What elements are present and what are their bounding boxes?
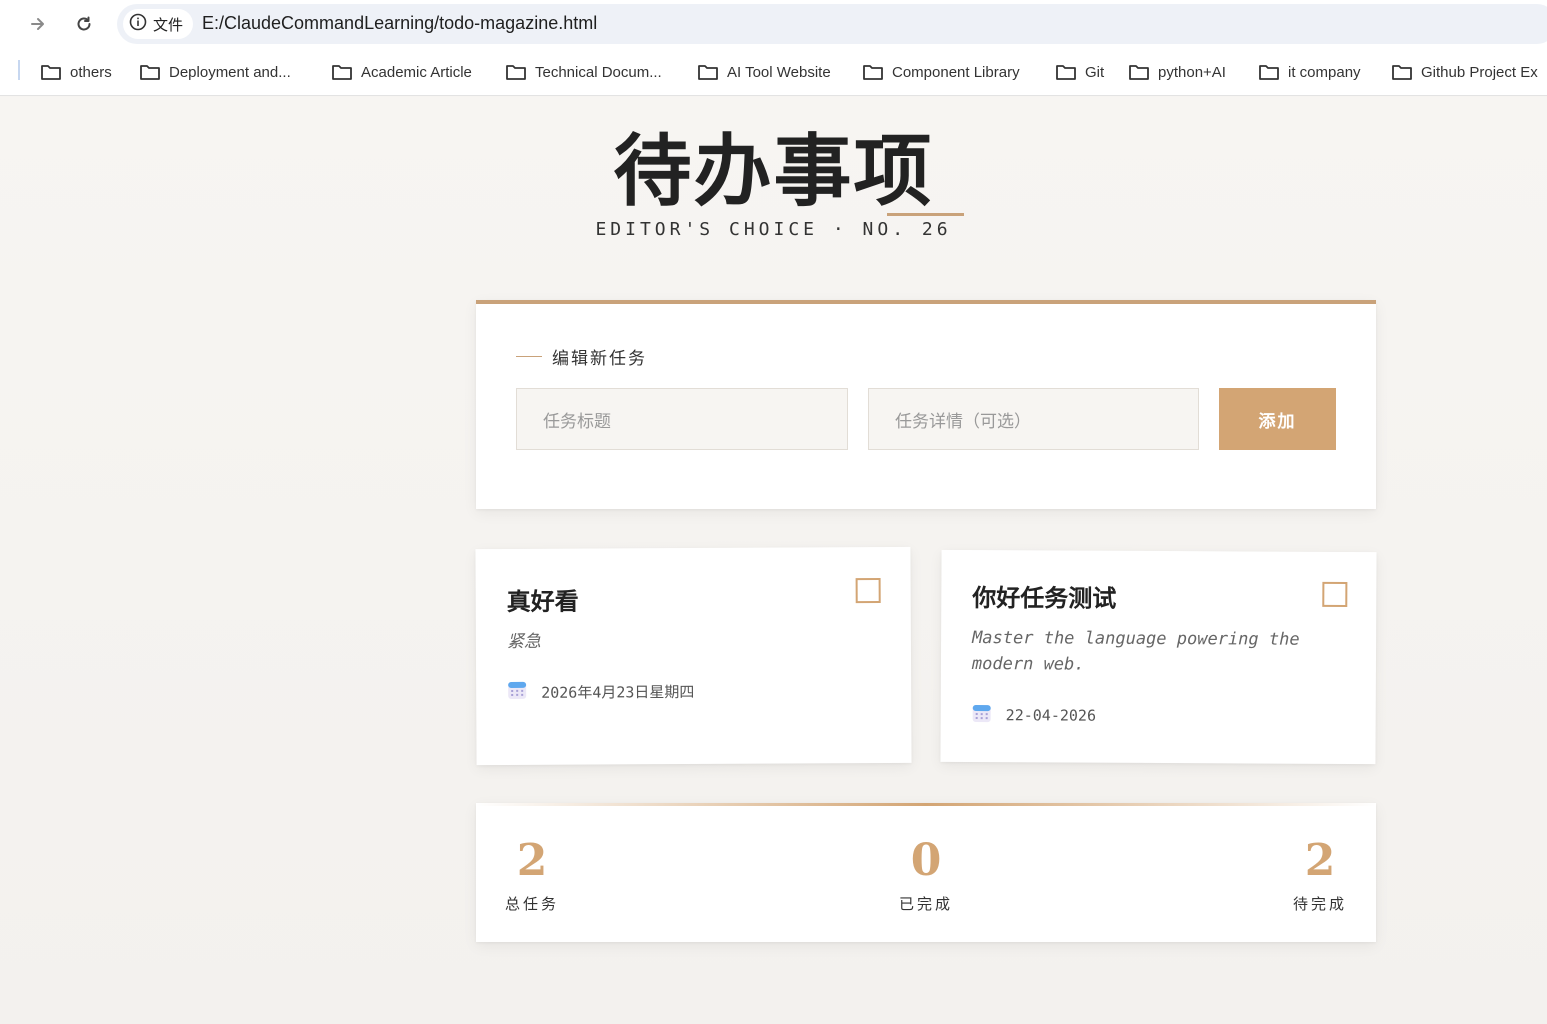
bookmark-label: Git [1085, 63, 1105, 81]
folder-icon [1392, 65, 1412, 80]
browser-toolbar: 文件 E:/ClaudeCommandLearning/todo-magazin… [0, 0, 1547, 48]
task-detail-placeholder: 任务详情（可选） [895, 411, 1031, 431]
page-content: 待办事项 EDITOR'S CHOICE · NO. 26 编辑新任务 任务标题… [0, 97, 1547, 1024]
folder-icon [41, 65, 61, 80]
bookmarks-bar: others Deployment and... Academic Articl… [0, 48, 1547, 96]
site-info-chip[interactable]: 文件 [123, 9, 193, 39]
bookmark-folder[interactable]: Deployment and... [139, 60, 291, 84]
calendar-icon [972, 703, 992, 727]
stat-pending-value: 2 [1304, 835, 1336, 886]
bookmark-folder[interactable]: Git [1055, 60, 1104, 84]
stat-completed: 0 已完成 [886, 835, 966, 914]
bookmark-label: Technical Docum... [535, 63, 662, 81]
add-button[interactable]: 添加 [1219, 388, 1336, 450]
task-date-text: 2026年4月23日星期四 [541, 682, 695, 702]
bookmark-label: it company [1288, 63, 1361, 81]
bookmark-folder[interactable]: Technical Docum... [505, 60, 662, 84]
heading-rule [516, 356, 542, 357]
bookmark-label: python+AI [1158, 63, 1226, 81]
task-detail-input[interactable]: 任务详情（可选） [868, 388, 1199, 450]
bookmark-folder[interactable]: it company [1258, 60, 1361, 84]
task-stats: 2 总任务 0 已完成 2 待完成 [476, 803, 1376, 942]
bookmark-label: AI Tool Website [727, 63, 831, 81]
task-title: 你好任务测试 [972, 583, 1117, 613]
bookmark-label: Github Project Ex [1421, 63, 1538, 81]
folder-icon [1129, 65, 1149, 80]
task-title-placeholder: 任务标题 [543, 411, 611, 431]
info-icon [129, 13, 147, 35]
url-text: E:/ClaudeCommandLearning/todo-magazine.h… [202, 13, 598, 33]
reload-icon[interactable] [72, 12, 96, 36]
stat-completed-label: 已完成 [898, 896, 953, 913]
title-underline [887, 213, 964, 216]
task-card: 你好任务测试 Master the language powering the … [940, 549, 1377, 765]
form-heading: 编辑新任务 [516, 344, 647, 369]
bookmark-label: others [70, 63, 112, 81]
address-bar[interactable]: 文件 E:/ClaudeCommandLearning/todo-magazin… [117, 4, 1547, 44]
task-card: 真好看 紧急 2026年4月23日星期四 [475, 546, 912, 766]
bookmark-folder[interactable]: Github Project Ex [1391, 60, 1538, 84]
stat-total-label: 总任务 [504, 896, 559, 913]
bookmark-folder[interactable]: Component Library [862, 60, 1020, 84]
task-title: 真好看 [506, 586, 579, 616]
bookmark-label: Component Library [892, 63, 1020, 81]
task-title-input[interactable]: 任务标题 [516, 388, 848, 450]
new-task-form: 编辑新任务 任务标题 任务详情（可选） 添加 [476, 300, 1376, 509]
task-date: 2026年4月23日星期四 [507, 679, 694, 704]
folder-icon [332, 65, 352, 80]
page-subtitle: EDITOR'S CHOICE · NO. 26 [595, 219, 952, 240]
bookmarks-separator [18, 60, 20, 80]
calendar-icon [507, 680, 527, 704]
stat-pending: 2 待完成 [1280, 835, 1360, 914]
task-date: 22-04-2026 [972, 703, 1096, 728]
stats-rule [476, 803, 1376, 806]
folder-icon [698, 65, 718, 80]
bookmark-folder[interactable]: AI Tool Website [697, 60, 831, 84]
folder-icon [140, 65, 160, 80]
bookmark-label: Deployment and... [169, 63, 291, 81]
forward-icon[interactable] [26, 12, 50, 36]
folder-icon [506, 65, 526, 80]
form-heading-text: 编辑新任务 [552, 349, 647, 368]
folder-icon [1259, 65, 1279, 80]
task-complete-checkbox[interactable] [1322, 581, 1348, 607]
task-description: Master the language powering the modern … [971, 628, 1300, 675]
task-description: 紧急 [506, 631, 541, 652]
stat-completed-value: 0 [910, 835, 942, 886]
task-complete-checkbox[interactable] [855, 578, 881, 604]
stat-total-value: 2 [516, 835, 548, 886]
stat-total: 2 总任务 [492, 835, 572, 914]
bookmark-folder[interactable]: python+AI [1128, 60, 1226, 84]
stat-pending-label: 待完成 [1292, 896, 1347, 913]
page-title: 待办事项 [613, 126, 934, 217]
folder-icon [1056, 65, 1076, 80]
bookmark-folder[interactable]: Academic Article [331, 60, 472, 84]
bookmark-label: Academic Article [361, 63, 472, 81]
folder-icon [863, 65, 883, 80]
site-info-label: 文件 [153, 16, 184, 34]
bookmark-folder[interactable]: others [40, 60, 112, 84]
task-date-text: 22-04-2026 [1005, 706, 1097, 725]
